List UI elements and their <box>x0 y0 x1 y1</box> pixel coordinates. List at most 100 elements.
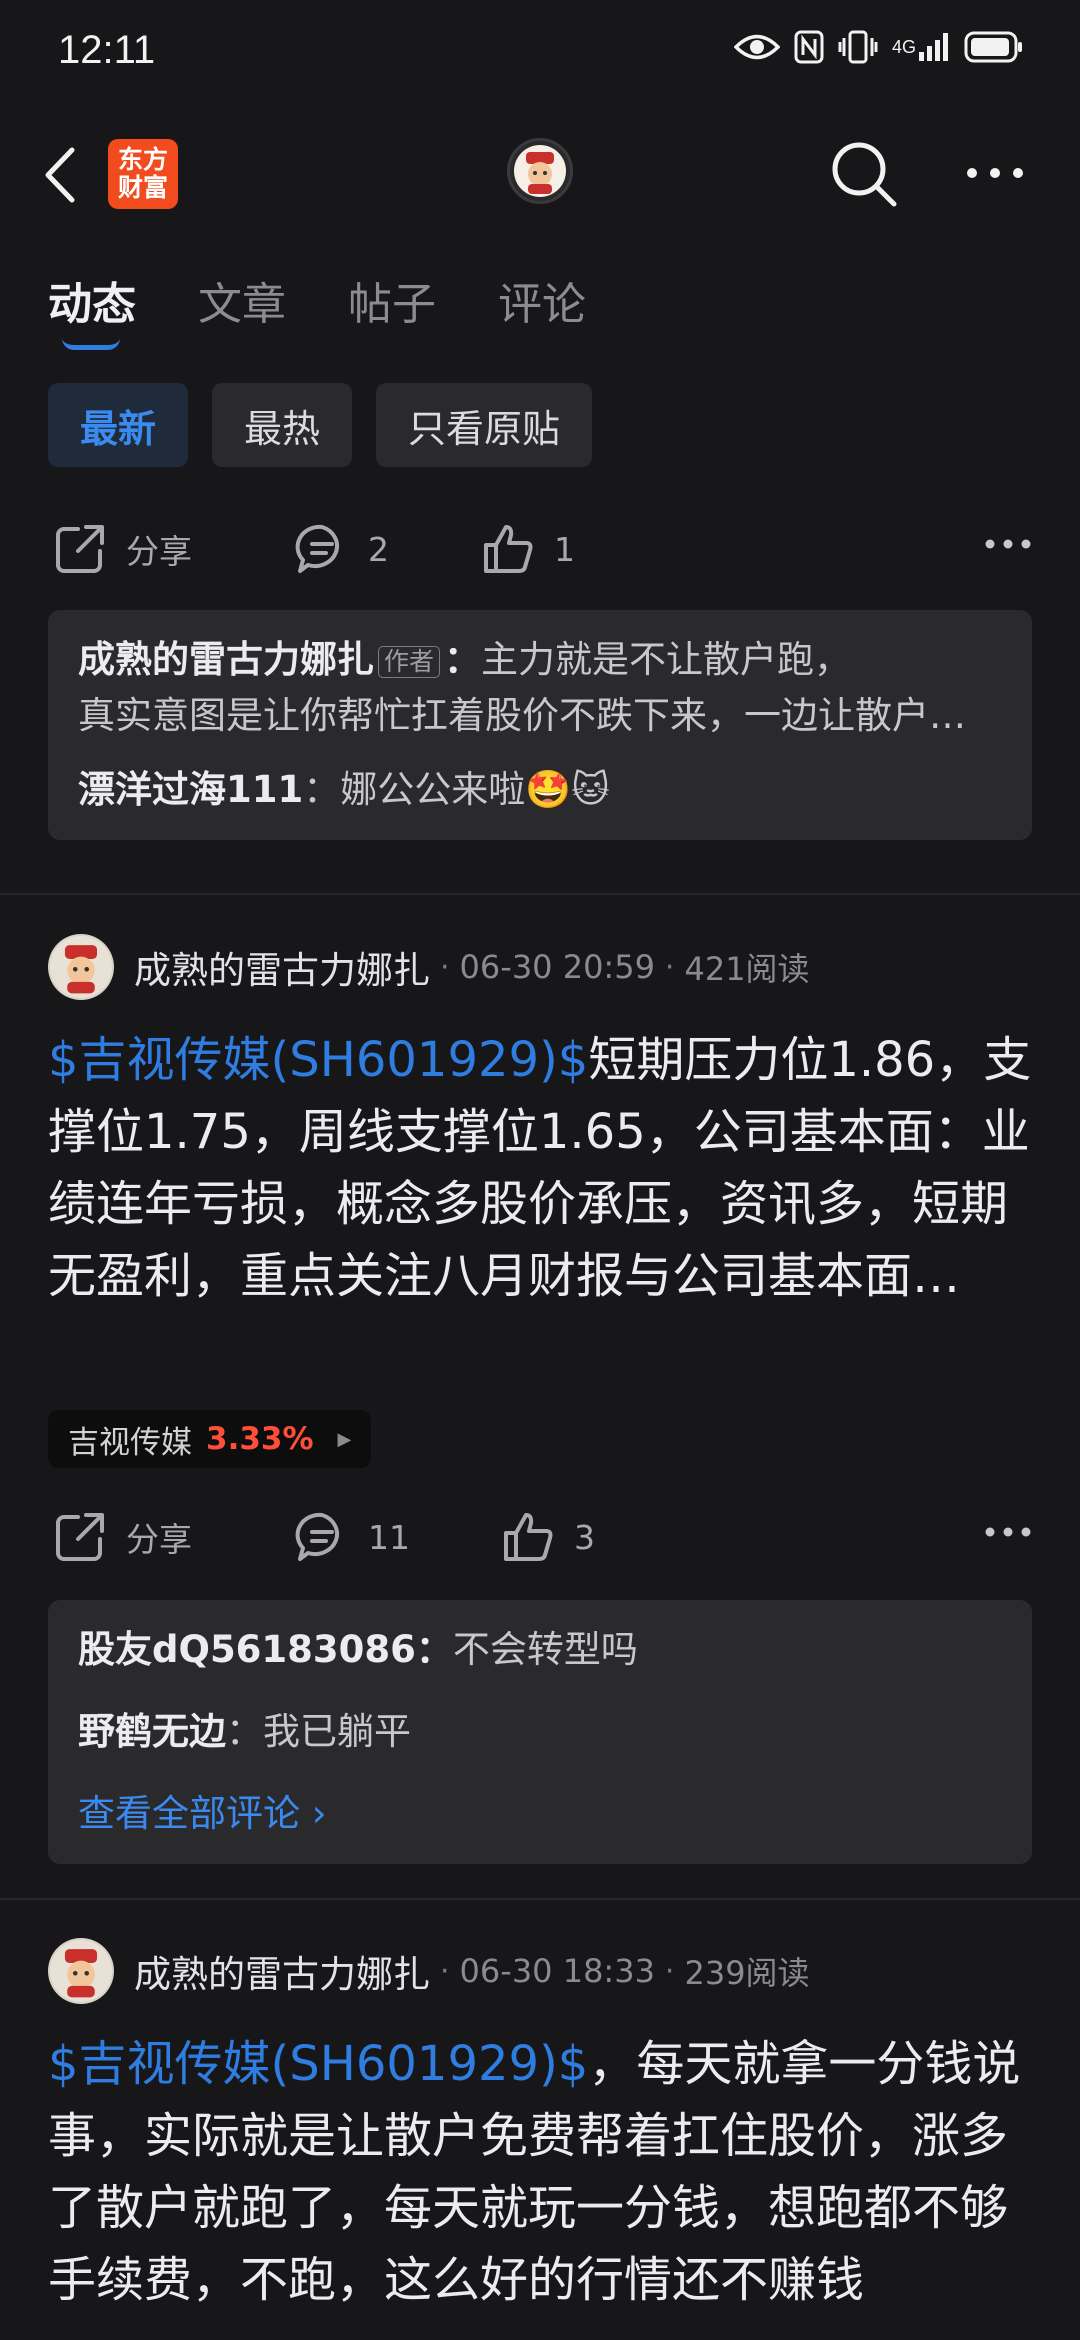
filter-original-only[interactable]: 只看原贴 <box>376 383 593 467</box>
comment-item: 野鹤无边：我已躺平 <box>78 1704 1002 1760</box>
comment-author[interactable]: 漂洋过海111 <box>78 768 303 811</box>
post-time: 06-30 20:59 <box>459 948 655 986</box>
like-count: 3 <box>574 1517 595 1557</box>
header: 东方 财富 <box>0 130 1080 220</box>
meta-separator: · <box>440 949 450 985</box>
comment-author[interactable]: 成熟的雷古力娜扎 <box>78 638 374 681</box>
share-button[interactable]: 分享 <box>52 1509 192 1565</box>
comment-item: 漂洋过海111：娜公公来啦🤩🐱 <box>78 762 1002 818</box>
status-time: 12:11 <box>58 28 156 72</box>
comment-icon <box>295 524 340 573</box>
more-dots-icon <box>985 1527 1031 1537</box>
thumbs-up-icon <box>504 1513 553 1561</box>
comment-button[interactable]: 11 <box>294 1509 410 1565</box>
comment-separator: ： <box>303 768 341 811</box>
filter-latest[interactable]: 最新 <box>48 383 189 467</box>
share-icon <box>56 1513 104 1561</box>
signal-icon: 4G <box>892 32 950 62</box>
tab-articles[interactable]: 文章 <box>198 268 286 332</box>
tab-bar: 动态 文章 帖子 评论 <box>48 268 586 332</box>
stock-chip-name: 吉视传媒 <box>68 1424 192 1461</box>
meta-separator: · <box>440 1953 450 1989</box>
like-count: 1 <box>554 529 575 569</box>
post-author[interactable]: 成熟的雷古力娜扎 <box>134 940 430 994</box>
comment-item: 股友dQ56183086：不会转型吗 <box>78 1622 1002 1678</box>
share-icon <box>56 525 104 573</box>
post-reads: 421阅读 <box>684 950 810 988</box>
comment-icon <box>295 1512 340 1561</box>
share-button[interactable]: 分享 <box>52 521 192 577</box>
comment-author[interactable]: 野鹤无边 <box>78 1710 226 1753</box>
filter-hottest[interactable]: 最热 <box>212 383 353 467</box>
post-meta: 成熟的雷古力娜扎 · 06-30 18:33 · 239阅读 <box>48 1938 810 2004</box>
post-body[interactable]: $吉视传媒(SH601929)$短期压力位1.86，支撑位1.75，周线支撑位1… <box>48 1024 1038 1312</box>
meta-separator: · <box>664 949 675 985</box>
comment-count: 11 <box>368 1517 410 1557</box>
post-time: 06-30 18:33 <box>459 1952 655 1990</box>
stock-link[interactable]: $吉视传媒(SH601929)$ <box>48 1032 588 1088</box>
comment-separator: ： <box>226 1710 263 1753</box>
post-more-button[interactable] <box>984 1526 1032 1538</box>
post-author[interactable]: 成熟的雷古力娜扎 <box>134 1944 430 1998</box>
avatar-icon <box>514 145 566 197</box>
section-divider <box>0 893 1080 895</box>
eye-icon <box>733 32 780 62</box>
comment-count: 2 <box>368 529 389 569</box>
stock-chip-change: 3.33% <box>206 1421 314 1457</box>
status-bar: 12:11 4G <box>0 0 1080 110</box>
author-tag: 作者 <box>378 645 441 678</box>
avatar-icon <box>50 1940 112 2002</box>
share-label: 分享 <box>126 532 192 571</box>
user-avatar[interactable] <box>507 138 573 204</box>
share-label: 分享 <box>126 1520 192 1559</box>
vibrate-icon <box>838 30 878 64</box>
post-meta: 成熟的雷古力娜扎 · 06-30 20:59 · 421阅读 <box>48 934 810 1000</box>
comment-text: 娜公公来啦🤩🐱 <box>340 768 610 811</box>
comment-text: 真实意图是让你帮忙扛着股价不跌下来，一边让散户接盘一边出货 <box>78 694 1002 737</box>
status-icons: 4G <box>733 30 1024 64</box>
stock-link[interactable]: $吉视传媒(SH601929)$ <box>48 2036 588 2092</box>
back-arrow-icon <box>45 147 75 203</box>
tab-indicator <box>62 338 120 350</box>
comment-author[interactable]: 股友dQ56183086 <box>78 1628 416 1671</box>
post-more-button[interactable] <box>984 538 1032 550</box>
more-dots-icon <box>985 539 1031 549</box>
more-dots-icon <box>967 168 1023 178</box>
battery-icon <box>964 31 1024 63</box>
stock-chip[interactable]: 吉视传媒 3.33% ▶ <box>48 1410 372 1468</box>
author-avatar[interactable] <box>48 934 114 1000</box>
post-body[interactable]: $吉视传媒(SH601929)$，每天就拿一分钱说事，实际就是让散户免费帮着扛住… <box>48 2028 1038 2316</box>
tab-dynamics[interactable]: 动态 <box>48 268 136 332</box>
comment-separator: ： <box>444 638 482 681</box>
action-row: 分享 2 1 <box>48 514 1032 584</box>
comment-separator: ： <box>415 1628 453 1671</box>
network-type: 4G <box>891 37 916 57</box>
thumbs-up-icon <box>484 525 533 573</box>
like-button[interactable]: 1 <box>480 521 575 577</box>
comment-preview[interactable]: 股友dQ56183086：不会转型吗 野鹤无边：我已躺平 查看全部评论 › <box>48 1600 1032 1864</box>
tab-comments[interactable]: 评论 <box>498 268 586 332</box>
see-all-comments-link[interactable]: 查看全部评论 › <box>78 1786 1002 1842</box>
app-logo[interactable]: 东方 财富 <box>108 139 178 209</box>
post-reads: 239阅读 <box>684 1954 810 1992</box>
app-logo-line2: 财富 <box>117 173 168 202</box>
back-button[interactable] <box>40 142 90 208</box>
author-avatar[interactable] <box>48 1938 114 2004</box>
comment-button[interactable]: 2 <box>294 521 389 577</box>
meta-separator: · <box>664 1953 675 1989</box>
comment-text: 我已躺平 <box>263 1710 411 1753</box>
avatar-icon <box>50 936 112 998</box>
comment-item: 成熟的雷古力娜扎 作者 ：主力就是不让散户跑， <box>78 632 1002 688</box>
action-row: 分享 11 3 <box>48 1502 1032 1572</box>
filter-bar: 最新 最热 只看原贴 <box>48 383 593 467</box>
search-icon <box>832 142 897 207</box>
nfc-icon <box>794 30 824 64</box>
like-button[interactable]: 3 <box>500 1509 595 1565</box>
comment-preview[interactable]: 成熟的雷古力娜扎 作者 ：主力就是不让散户跑， 真实意图是让你帮忙扛着股价不跌下来，… <box>48 610 1032 840</box>
app-logo-line1: 东方 <box>117 145 168 174</box>
play-arrow-icon: ▶ <box>337 1428 352 1450</box>
comment-item-continuation: 真实意图是让你帮忙扛着股价不跌下来，一边让散户接盘一边出货 <box>78 688 1002 744</box>
tab-posts[interactable]: 帖子 <box>348 268 436 332</box>
search-button[interactable] <box>828 138 900 210</box>
more-button[interactable] <box>960 148 1030 198</box>
